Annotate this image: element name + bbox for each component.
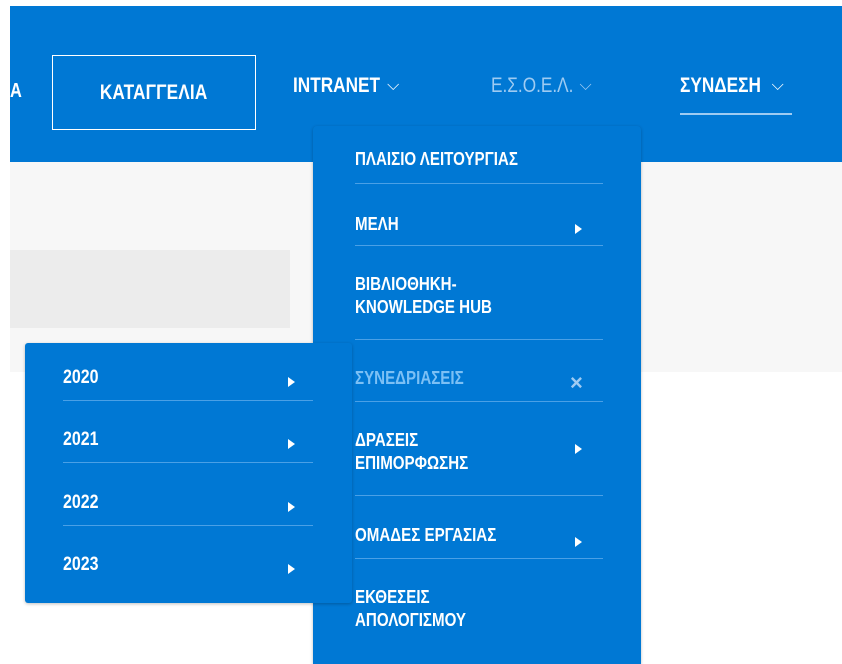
report-button-label: ΚΑΤΑΓΓΕΛΙΑ xyxy=(100,80,208,104)
nav-item-intranet-label: INTRANET xyxy=(293,74,381,97)
caret-right-icon xyxy=(575,537,582,547)
menu-separator xyxy=(355,401,603,402)
nav-item-esoel[interactable]: Ε.Σ.Ο.Ε.Λ. ⌵ xyxy=(491,74,592,114)
nav-item-partial-label: Α xyxy=(10,80,22,102)
menu-separator xyxy=(63,525,313,526)
menu-item-activity-reports[interactable]: ΕΚΘΕΣΕΙΣ ΑΠΟΛΟΓΙΣΜΟΥ xyxy=(355,586,600,632)
intranet-dropdown-menu: ΠΛΑΙΣΙΟ ΛΕΙΤΟΥΡΓΙΑΣ ΜΕΛΗ ΒΙΒΛΙΟΘΗΚΗ- KNO… xyxy=(313,126,641,664)
menu-item-label: ΣΥΝΕΔΡΙΑΣΕΙΣ xyxy=(355,368,464,388)
submenu-item-2022[interactable]: 2022 xyxy=(63,491,308,514)
nav-item-intranet[interactable]: INTRANET ⌵ xyxy=(293,74,399,114)
caret-right-icon xyxy=(288,439,295,449)
menu-item-members[interactable]: ΜΕΛΗ xyxy=(355,213,600,236)
menu-separator xyxy=(63,462,313,463)
nav-item-login-label: ΣΥΝΔΕΣΗ xyxy=(680,74,761,97)
menu-item-label: ΜΕΛΗ xyxy=(355,214,399,234)
menu-item-label: ΔΡΑΣΕΙΣ xyxy=(355,430,419,450)
nav-item-login[interactable]: ΣΥΝΔΕΣΗ ⌵ xyxy=(680,74,784,114)
menu-item-working-groups[interactable]: ΟΜΑΔΕΣ ΕΡΓΑΣΙΑΣ xyxy=(355,524,600,547)
menu-separator xyxy=(355,339,603,340)
menu-separator xyxy=(355,245,603,246)
menu-separator xyxy=(355,558,603,559)
menu-separator xyxy=(63,400,313,401)
menu-item-label: ΕΚΘΕΣΕΙΣ xyxy=(355,587,430,607)
submenu-item-label: 2022 xyxy=(63,492,99,513)
menu-item-meetings[interactable]: ΣΥΝΕΔΡΙΑΣΕΙΣ xyxy=(355,367,600,390)
nav-item-partial[interactable]: Α xyxy=(10,80,22,103)
menu-item-operating-framework[interactable]: ΠΛΑΙΣΙΟ ΛΕΙΤΟΥΡΓΙΑΣ xyxy=(355,148,600,171)
caret-right-icon xyxy=(575,224,582,234)
menu-item-label: ΠΛΑΙΣΙΟ ΛΕΙΤΟΥΡΓΙΑΣ xyxy=(355,149,518,169)
caret-right-icon xyxy=(575,444,582,454)
submenu-item-label: 2020 xyxy=(63,367,99,388)
caret-right-icon xyxy=(288,377,295,387)
menu-item-label: KNOWLEDGE HUB xyxy=(355,297,492,317)
close-icon[interactable]: × xyxy=(570,372,583,394)
meetings-submenu: 2020 2021 2022 2023 xyxy=(25,343,352,603)
menu-item-label: ΒΙΒΛΙΟΘΗΚΗ- xyxy=(355,274,457,294)
submenu-item-2023[interactable]: 2023 xyxy=(63,553,308,576)
submenu-item-2021[interactable]: 2021 xyxy=(63,428,308,451)
nav-item-esoel-label: Ε.Σ.Ο.Ε.Λ. xyxy=(491,74,574,97)
chevron-down-icon: ⌵ xyxy=(579,77,592,94)
submenu-item-2020[interactable]: 2020 xyxy=(63,366,308,389)
menu-item-label: ΑΠΟΛΟΓΙΣΜΟΥ xyxy=(355,610,467,630)
content-placeholder-bar xyxy=(10,250,290,328)
menu-separator xyxy=(355,183,603,184)
caret-right-icon xyxy=(288,564,295,574)
menu-separator xyxy=(355,495,603,496)
chevron-down-icon: ⌵ xyxy=(771,77,784,94)
menu-item-label: ΟΜΑΔΕΣ ΕΡΓΑΣΙΑΣ xyxy=(355,525,497,545)
submenu-item-label: 2021 xyxy=(63,429,99,450)
report-button[interactable]: ΚΑΤΑΓΓΕΛΙΑ xyxy=(52,55,256,130)
menu-item-label: ΕΠΙΜΟΡΦΩΣΗΣ xyxy=(355,453,469,473)
submenu-item-label: 2023 xyxy=(63,554,99,575)
menu-item-library-knowledge-hub[interactable]: ΒΙΒΛΙΟΘΗΚΗ- KNOWLEDGE HUB xyxy=(355,273,600,319)
menu-item-training-actions[interactable]: ΔΡΑΣΕΙΣ ΕΠΙΜΟΡΦΩΣΗΣ xyxy=(355,429,600,475)
active-nav-underline xyxy=(680,113,792,115)
chevron-down-icon: ⌵ xyxy=(387,77,400,94)
caret-right-icon xyxy=(288,502,295,512)
